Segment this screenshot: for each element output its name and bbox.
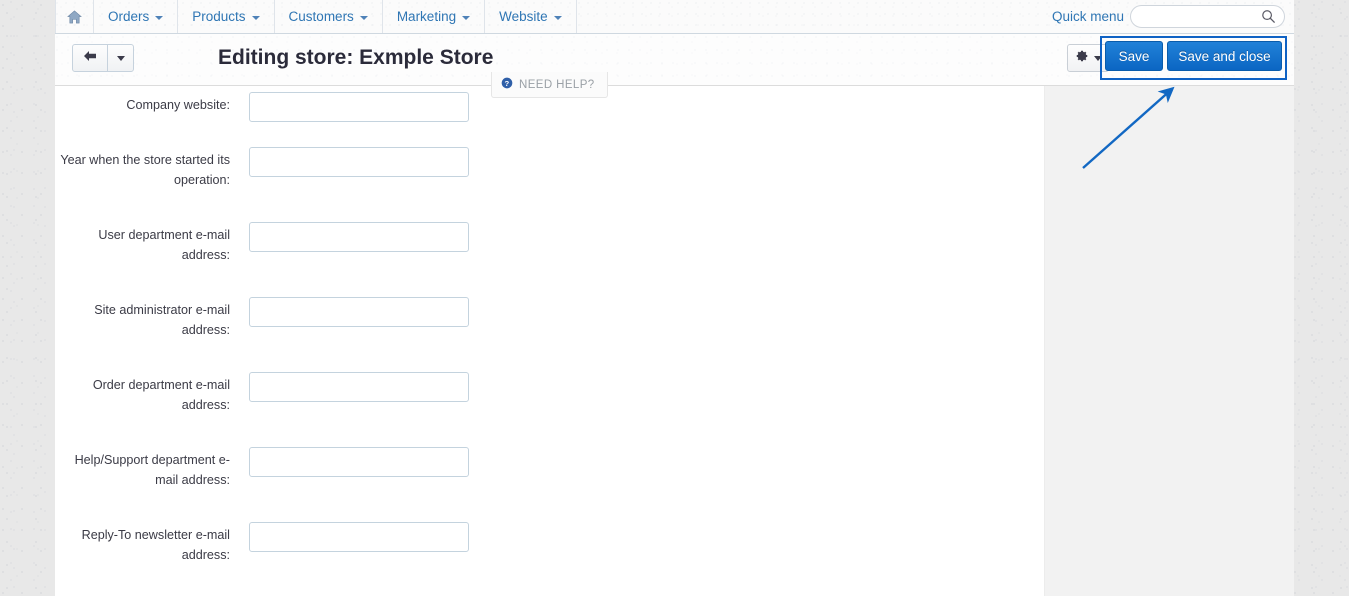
label-order-department-email: Order department e-mail address: [55, 372, 230, 415]
chevron-down-icon [117, 56, 125, 61]
page-title: Editing store: Exmple Store [218, 46, 493, 70]
input-company-website[interactable] [249, 92, 469, 122]
chevron-down-icon [252, 16, 260, 20]
label-help-support-department-email: Help/Support department e-mail address: [55, 447, 230, 490]
nav-item-customers-label: Customers [289, 9, 354, 24]
input-store-start-year[interactable] [249, 147, 469, 177]
gear-icon [1075, 49, 1089, 68]
label-company-website: Company website: [55, 92, 230, 115]
quick-menu-label: Quick menu [1052, 9, 1124, 24]
back-button-group [72, 44, 134, 72]
form-row-reply-to-newsletter-email: Reply-To newsletter e-mail address: [55, 522, 535, 565]
primary-nav: Orders Products Customers Marketing Webs… [55, 0, 577, 33]
label-user-department-email: User department e-mail address: [55, 222, 230, 265]
admin-page-shell: Orders Products Customers Marketing Webs… [55, 0, 1294, 596]
arrow-left-icon [82, 49, 98, 68]
form-row-company-website: Company website: [55, 92, 535, 122]
input-site-administrator-email[interactable] [249, 297, 469, 327]
main-content-area: ? NEED HELP? Company website: Year when … [55, 86, 1044, 596]
label-store-start-year: Year when the store started its operatio… [55, 147, 230, 190]
input-reply-to-newsletter-email[interactable] [249, 522, 469, 552]
form-row-help-support-department-email: Help/Support department e-mail address: [55, 447, 535, 490]
input-order-department-email[interactable] [249, 372, 469, 402]
form-row-site-administrator-email: Site administrator e-mail address: [55, 297, 535, 340]
global-search [1130, 5, 1285, 28]
need-help-label: NEED HELP? [519, 79, 595, 91]
label-site-administrator-email: Site administrator e-mail address: [55, 297, 230, 340]
label-reply-to-newsletter-email: Reply-To newsletter e-mail address: [55, 522, 230, 565]
nav-item-marketing[interactable]: Marketing [383, 0, 485, 33]
back-dropdown-button[interactable] [108, 45, 133, 71]
right-side-panel [1044, 86, 1294, 596]
nav-item-home[interactable] [55, 0, 94, 33]
form-row-order-department-email: Order department e-mail address: [55, 372, 535, 415]
need-help-button[interactable]: ? NEED HELP? [491, 72, 608, 98]
chevron-down-icon [554, 16, 562, 20]
nav-item-website-label: Website [499, 9, 548, 24]
nav-item-orders-label: Orders [108, 9, 149, 24]
nav-item-customers[interactable]: Customers [275, 0, 383, 33]
nav-item-website[interactable]: Website [485, 0, 577, 33]
nav-item-marketing-label: Marketing [397, 9, 456, 24]
page-action-bar: Editing store: Exmple Store Save Save an… [55, 34, 1294, 86]
chevron-down-icon [155, 16, 163, 20]
chevron-down-icon [462, 16, 470, 20]
search-input[interactable] [1141, 6, 1265, 29]
search-icon[interactable] [1261, 9, 1276, 24]
form-row-user-department-email: User department e-mail address: [55, 222, 535, 265]
svg-text:?: ? [504, 79, 509, 88]
nav-item-orders[interactable]: Orders [94, 0, 178, 33]
back-button[interactable] [73, 45, 108, 71]
question-circle-icon: ? [501, 77, 513, 92]
input-help-support-department-email[interactable] [249, 447, 469, 477]
top-navigation-bar: Orders Products Customers Marketing Webs… [55, 0, 1294, 34]
home-icon [67, 10, 82, 24]
chevron-down-icon [360, 16, 368, 20]
nav-item-products-label: Products [192, 9, 245, 24]
form-row-store-start-year: Year when the store started its operatio… [55, 147, 535, 190]
quick-menu-link[interactable]: Quick menu [1052, 0, 1124, 33]
input-user-department-email[interactable] [249, 222, 469, 252]
nav-item-products[interactable]: Products [178, 0, 274, 33]
save-buttons-highlight [1100, 36, 1287, 80]
